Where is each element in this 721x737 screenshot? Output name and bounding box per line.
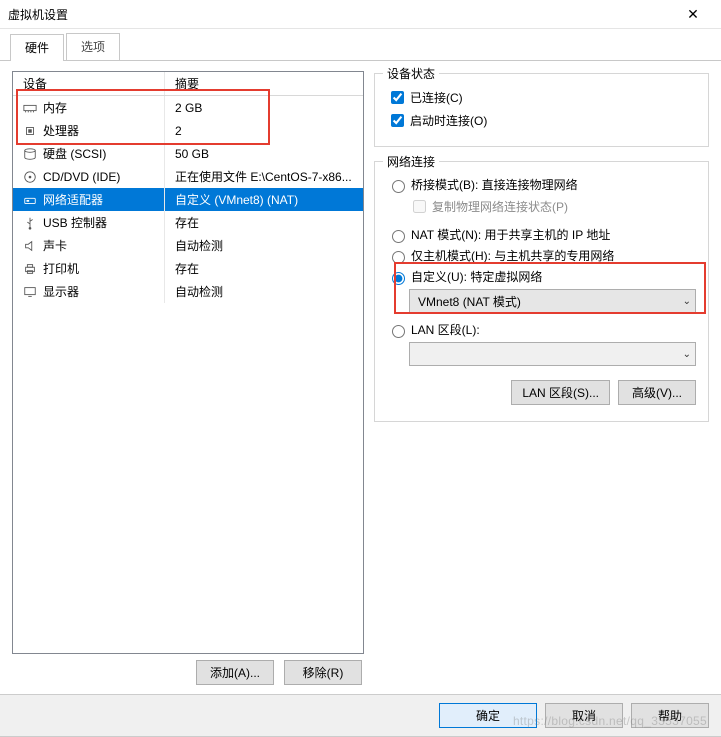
cpu-icon — [23, 124, 37, 138]
header-summary[interactable]: 摘要 — [165, 72, 363, 95]
device-summary: 自动检测 — [165, 280, 363, 303]
device-summary: 自定义 (VMnet8) (NAT) — [165, 188, 363, 211]
radio-hostonly[interactable]: 仅主机模式(H): 与主机共享的专用网络 — [387, 247, 696, 264]
radio-lan-label: LAN 区段(L): — [411, 321, 480, 338]
table-body: 内存 2 GB 处理器 2 硬盘 (SCSI) 50 GB CD/DVD (IDE) 正在使用… — [13, 96, 363, 653]
chk-connected-box[interactable] — [391, 91, 404, 104]
device-name: 内存 — [43, 99, 67, 116]
table-row[interactable]: USB 控制器 存在 — [13, 211, 363, 234]
net-icon — [23, 193, 37, 207]
device-name: 网络适配器 — [43, 191, 103, 208]
radio-bridged[interactable]: 桥接模式(B): 直接连接物理网络 — [387, 176, 696, 193]
device-summary: 2 — [165, 119, 363, 142]
table-row[interactable]: 处理器 2 — [13, 119, 363, 142]
device-summary: 存在 — [165, 257, 363, 280]
chk-connect-poweron[interactable]: 启动时连接(O) — [387, 111, 696, 130]
network-extra-buttons: LAN 区段(S)... 高级(V)... — [387, 380, 696, 405]
content: 设备 摘要 内存2 GB处理器2硬盘 (SCSI)50 GBCD/DVD (ID… — [0, 61, 721, 685]
custom-network-value: VMnet8 (NAT 模式) — [418, 293, 521, 310]
radio-hostonly-input[interactable] — [392, 251, 405, 264]
chk-connect-poweron-box[interactable] — [391, 114, 404, 127]
usb-icon — [23, 216, 37, 230]
disk-icon — [23, 147, 37, 161]
table-row[interactable]: 打印机 存在 — [13, 257, 363, 280]
chk-replicate: 复制物理网络连接状态(P) — [409, 197, 696, 216]
radio-hostonly-label: 仅主机模式(H): 与主机共享的专用网络 — [411, 247, 614, 264]
device-name: 打印机 — [43, 260, 79, 277]
vm-settings-window: 虚拟机设置 ✕ 硬件 选项 设备 摘要 内存 2 GB 处理器 2 硬盘 (SCSI) 5… — [0, 0, 721, 737]
chk-replicate-box — [413, 200, 426, 213]
radio-custom[interactable]: 自定义(U): 特定虚拟网络 — [387, 268, 696, 285]
cd-icon — [23, 170, 37, 184]
help-button[interactable]: 帮助 — [631, 703, 709, 728]
lan-combo-wrap: ⌄ — [409, 342, 696, 366]
display-icon — [23, 285, 37, 299]
table-row[interactable]: 硬盘 (SCSI) 50 GB — [13, 142, 363, 165]
group-title-netconn: 网络连接 — [383, 153, 439, 170]
sound-icon — [23, 239, 37, 253]
device-summary: 正在使用文件 E:\CentOS-7-x86... — [165, 165, 363, 188]
group-network-connection: 网络连接 桥接模式(B): 直接连接物理网络 复制物理网络连接状态(P) NAT… — [374, 161, 709, 422]
custom-network-combo[interactable]: VMnet8 (NAT 模式) ⌄ — [409, 289, 696, 313]
group-title-status: 设备状态 — [383, 65, 439, 82]
radio-bridged-label: 桥接模式(B): 直接连接物理网络 — [411, 176, 578, 193]
radio-bridged-input[interactable] — [392, 180, 405, 193]
table-header: 设备 摘要 — [13, 72, 363, 96]
advanced-button[interactable]: 高级(V)... — [618, 380, 696, 405]
chk-connect-poweron-label: 启动时连接(O) — [410, 112, 487, 129]
table-row[interactable]: CD/DVD (IDE) 正在使用文件 E:\CentOS-7-x86... — [13, 165, 363, 188]
device-table: 设备 摘要 内存2 GB处理器2硬盘 (SCSI)50 GBCD/DVD (ID… — [12, 71, 364, 654]
tab-hardware[interactable]: 硬件 — [10, 34, 64, 61]
footer: 确定 取消 帮助 — [0, 694, 721, 736]
radio-custom-label: 自定义(U): 特定虚拟网络 — [411, 268, 542, 285]
device-name: CD/DVD (IDE) — [43, 170, 120, 184]
printer-icon — [23, 262, 37, 276]
left-pane: 设备 摘要 内存2 GB处理器2硬盘 (SCSI)50 GBCD/DVD (ID… — [12, 71, 364, 685]
tab-options[interactable]: 选项 — [66, 33, 120, 60]
device-summary: 存在 — [165, 211, 363, 234]
close-icon[interactable]: ✕ — [673, 0, 713, 28]
radio-nat-input[interactable] — [392, 230, 405, 243]
chevron-down-icon: ⌄ — [683, 296, 691, 307]
device-name: 处理器 — [43, 122, 79, 139]
custom-combo-wrap: VMnet8 (NAT 模式) ⌄ — [409, 289, 696, 313]
device-buttons: 添加(A)... 移除(R) — [12, 654, 364, 685]
device-name: USB 控制器 — [43, 214, 107, 231]
radio-lan-segment[interactable]: LAN 区段(L): — [387, 321, 696, 338]
device-name: 显示器 — [43, 283, 79, 300]
radio-custom-input[interactable] — [392, 272, 405, 285]
add-button[interactable]: 添加(A)... — [196, 660, 274, 685]
table-row[interactable]: 网络适配器 自定义 (VMnet8) (NAT) — [13, 188, 363, 211]
radio-nat-label: NAT 模式(N): 用于共享主机的 IP 地址 — [411, 226, 610, 243]
titlebar: 虚拟机设置 ✕ — [0, 0, 721, 29]
lan-segments-button[interactable]: LAN 区段(S)... — [511, 380, 610, 405]
ok-button[interactable]: 确定 — [439, 703, 537, 728]
device-summary: 50 GB — [165, 142, 363, 165]
chk-replicate-label: 复制物理网络连接状态(P) — [432, 198, 568, 215]
remove-button[interactable]: 移除(R) — [284, 660, 362, 685]
table-row[interactable]: 显示器 自动检测 — [13, 280, 363, 303]
chk-connected[interactable]: 已连接(C) — [387, 88, 696, 107]
device-name: 硬盘 (SCSI) — [43, 145, 106, 162]
device-summary: 2 GB — [165, 96, 363, 119]
device-summary: 自动检测 — [165, 234, 363, 257]
radio-nat[interactable]: NAT 模式(N): 用于共享主机的 IP 地址 — [387, 226, 696, 243]
header-device[interactable]: 设备 — [13, 72, 165, 95]
chevron-down-icon: ⌄ — [683, 349, 691, 360]
tabs: 硬件 选项 — [0, 29, 721, 61]
radio-lan-input[interactable] — [392, 325, 405, 338]
window-title: 虚拟机设置 — [8, 6, 673, 23]
chk-connected-label: 已连接(C) — [410, 89, 463, 106]
lan-segment-combo: ⌄ — [409, 342, 696, 366]
memory-icon — [23, 101, 37, 115]
cancel-button[interactable]: 取消 — [545, 703, 623, 728]
group-device-status: 设备状态 已连接(C) 启动时连接(O) — [374, 73, 709, 147]
table-row[interactable]: 声卡 自动检测 — [13, 234, 363, 257]
right-pane: 设备状态 已连接(C) 启动时连接(O) 网络连接 桥接模式(B): 直接连接物… — [374, 71, 709, 685]
device-name: 声卡 — [43, 237, 67, 254]
table-row[interactable]: 内存 2 GB — [13, 96, 363, 119]
